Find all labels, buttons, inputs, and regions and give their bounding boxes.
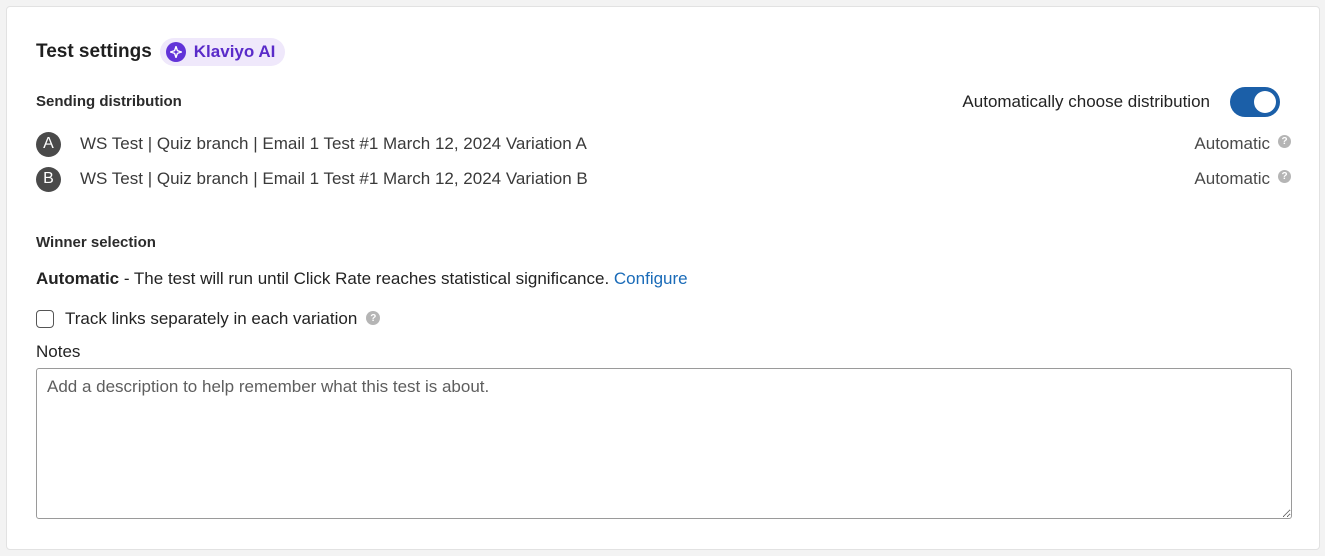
- variation-allocation-a: Automatic ?: [1194, 134, 1291, 154]
- auto-distribution-label: Automatically choose distribution: [962, 92, 1210, 111]
- variation-name-a: WS Test | Quiz branch | Email 1 Test #1 …: [80, 134, 587, 153]
- variation-name-b: WS Test | Quiz branch | Email 1 Test #1 …: [80, 169, 588, 188]
- card-header: Test settings Klaviyo AI: [36, 38, 286, 66]
- track-links-label[interactable]: Track links separately in each variation: [65, 309, 357, 329]
- ai-badge-label: Klaviyo AI: [193, 42, 276, 61]
- variation-allocation-b-label: Automatic: [1194, 169, 1270, 188]
- variation-row-a: A WS Test | Quiz branch | Email 1 Test #…: [36, 131, 1291, 157]
- winner-mode: Automatic: [36, 269, 120, 288]
- notes-label: Notes: [36, 342, 81, 361]
- track-links-checkbox[interactable]: [36, 310, 54, 328]
- winner-selection-summary: Automatic - The test will run until Clic…: [36, 269, 688, 289]
- variation-allocation-a-label: Automatic: [1194, 134, 1270, 153]
- variation-allocation-b: Automatic ?: [1194, 169, 1291, 189]
- sparkle-icon: [165, 42, 186, 62]
- winner-description: - The test will run until Click Rate rea…: [119, 269, 614, 288]
- configure-link[interactable]: Configure: [614, 269, 688, 288]
- toggle-knob: [1254, 91, 1276, 113]
- track-links-option: Track links separately in each variation…: [36, 308, 381, 330]
- notes-textarea[interactable]: [36, 368, 1292, 519]
- klaviyo-ai-badge: Klaviyo AI: [159, 38, 286, 66]
- sending-distribution-label: Sending distribution: [36, 93, 182, 110]
- variation-badge-a: A: [36, 131, 61, 157]
- page-title: Test settings: [36, 41, 152, 62]
- help-icon[interactable]: ?: [1278, 134, 1291, 148]
- auto-distribution-control: Automatically choose distribution: [962, 87, 1280, 117]
- help-icon[interactable]: ?: [366, 311, 381, 325]
- help-icon[interactable]: ?: [1278, 169, 1291, 183]
- test-settings-card: Test settings Klaviyo AI Sending distrib…: [6, 6, 1320, 550]
- variation-row-b: B WS Test | Quiz branch | Email 1 Test #…: [36, 166, 1291, 192]
- winner-selection-label: Winner selection: [36, 234, 156, 251]
- variation-badge-b: B: [36, 166, 61, 192]
- auto-distribution-toggle[interactable]: [1230, 87, 1280, 117]
